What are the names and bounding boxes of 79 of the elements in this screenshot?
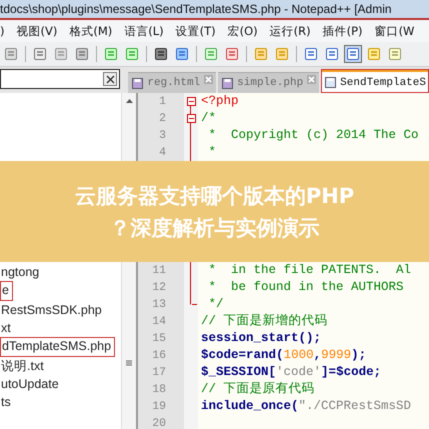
banner-text: ？深度解析与实例演示 (110, 214, 320, 242)
line-number: 4 (158, 145, 167, 161)
file-item[interactable]: 说明.txt (0, 357, 121, 375)
code-comment: * be found in the AUTHORS (208, 280, 404, 294)
banner-text: 云服务器支持哪个版本的PHP (74, 182, 354, 210)
code-text: ); (351, 348, 366, 362)
file-item[interactable]: ngtong (0, 263, 121, 281)
fold-toggle-icon[interactable] (186, 114, 196, 123)
menu-item[interactable]: ) (0, 24, 10, 38)
code-text: = (238, 348, 246, 362)
fold-toggle-icon[interactable] (186, 97, 196, 106)
file-item[interactable]: utoUpdate (0, 375, 121, 393)
menu-item[interactable]: 插件(P) (316, 24, 369, 38)
line-number: 3 (158, 128, 167, 144)
line-number: 17 (151, 365, 167, 381)
code-text: ( (291, 399, 299, 413)
code-text: ; (374, 365, 382, 379)
toolbar-button[interactable] (344, 45, 362, 63)
scroll-up-arrow-icon[interactable] (126, 99, 132, 103)
code-comment: * (208, 145, 216, 159)
line-number: 15 (151, 331, 167, 347)
line-number: 11 (151, 263, 167, 279)
line-number: 2 (158, 111, 167, 127)
line-number: 16 (151, 348, 167, 364)
code-text: , (314, 348, 322, 362)
code-text: (); (298, 331, 322, 345)
code-text: $code (336, 365, 374, 379)
menu-item[interactable]: 运行(R) (264, 24, 317, 38)
file-icon (222, 78, 234, 88)
line-number: 18 (151, 382, 167, 398)
code-text: 9999 (321, 348, 352, 362)
code-comment: */ (208, 297, 224, 311)
line-number: 19 (151, 399, 167, 415)
menu-item[interactable]: 语言(L) (118, 24, 170, 38)
code-text: $_SESSION (201, 365, 269, 379)
line-number: 12 (151, 280, 167, 296)
code-text: include_once (201, 399, 292, 413)
file-item[interactable]: dTemplateSMS.php (0, 337, 116, 357)
line-number: 13 (151, 297, 167, 313)
toolbar-button[interactable] (302, 45, 320, 63)
scroll-grip-icon[interactable] (126, 360, 132, 366)
tab-label: simple.php (237, 77, 304, 89)
file-item[interactable]: RestSmsSDK.php (0, 301, 121, 319)
close-icon[interactable] (103, 72, 118, 86)
code-text: <?php (201, 94, 239, 108)
file-item[interactable]: e (0, 281, 13, 301)
menu-item[interactable]: 设置(T) (170, 24, 222, 38)
file-tab[interactable]: SendTemplateS (321, 69, 429, 93)
code-comment: /* (201, 111, 216, 125)
code-text: $code (201, 348, 239, 362)
code-text: [ (268, 365, 276, 379)
file-icon (325, 77, 336, 88)
window-title: tdocs\shop\plugins\message\SendTemplateSMS.php - Notepad++ [Admin (0, 2, 392, 16)
menu-item[interactable]: 宏(O) (222, 24, 264, 38)
code-text: rand (246, 348, 276, 362)
code-text: session_start (201, 331, 299, 345)
code-text: 'code' (276, 365, 322, 379)
menu-item[interactable]: 格式(M) (63, 24, 118, 38)
toolbar-button[interactable] (173, 45, 191, 63)
code-text: "./CCPRestSmsSD (298, 399, 412, 413)
file-item[interactable]: xt (0, 319, 121, 337)
tab-label: SendTemplateS (340, 76, 426, 88)
file-item[interactable]: ts (0, 393, 121, 411)
line-number: 20 (151, 416, 167, 429)
menu-item[interactable]: 窗口(W (368, 24, 420, 38)
file-icon (132, 78, 144, 88)
code-comment: // 下面是新增的代码 (201, 314, 328, 328)
code-comment: * Copyright (c) 2014 The Co (208, 128, 419, 142)
line-number: 14 (151, 314, 167, 330)
code-text: ]= (321, 365, 336, 379)
code-text: ( (276, 348, 284, 362)
menu-item[interactable]: 视图(V) (10, 24, 64, 38)
line-number: 1 (158, 94, 167, 110)
tab-label: reg.html (147, 77, 200, 89)
code-comment: * in the file PATENTS. Al (208, 263, 412, 277)
code-comment: // 下面是原有代码 (201, 382, 315, 396)
toolbar-button[interactable] (152, 45, 170, 63)
toolbar-button[interactable] (323, 45, 341, 63)
code-text: 1000 (284, 348, 314, 362)
